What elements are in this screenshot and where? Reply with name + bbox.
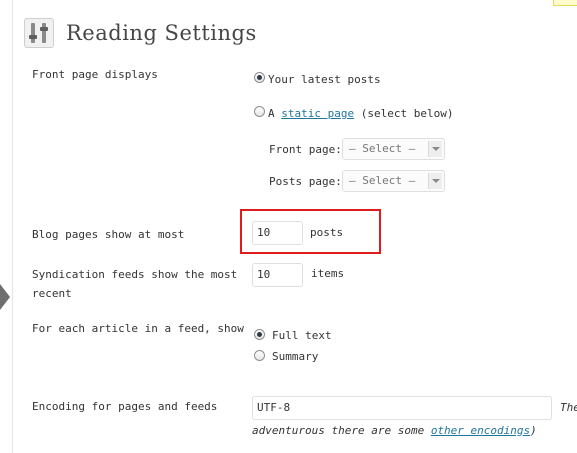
syndication-label-line2: recent (32, 287, 72, 300)
radio-latest-posts[interactable] (254, 72, 265, 83)
static-page-label: A static page (select below) (268, 107, 453, 121)
row-divider (24, 380, 577, 381)
feed-article-label: For each article in a feed, show (32, 322, 244, 335)
other-encodings-link[interactable]: other encodings (431, 424, 530, 437)
front-page-select-label: Front page: (269, 143, 342, 156)
posts-page-select-label: Posts page: (269, 175, 342, 188)
encoding-label: Encoding for pages and feeds (32, 400, 218, 413)
front-page-select-value: — Select — (349, 142, 416, 155)
row-divider (24, 203, 577, 204)
left-admin-rail (0, 0, 13, 453)
static-page-link[interactable]: static page (281, 107, 354, 120)
chevron-down-icon (428, 141, 442, 157)
encoding-hint-cut: The (560, 401, 577, 414)
summary-label: Summary (272, 350, 319, 363)
posts-page-select[interactable]: — Select — (342, 170, 445, 192)
latest-posts-label: Your latest posts (268, 73, 381, 86)
radio-summary[interactable] (254, 350, 265, 361)
syndication-input[interactable]: 10 (252, 263, 303, 287)
radio-static-page[interactable] (254, 106, 265, 117)
syndication-label-line1: Syndication feeds show the most (32, 268, 238, 281)
page-title: Reading Settings (66, 21, 257, 45)
title-divider (24, 57, 577, 58)
blog-pages-label: Blog pages show at most (32, 228, 185, 241)
settings-sliders-icon (24, 18, 54, 48)
collapse-arrow-icon[interactable] (0, 284, 10, 310)
posts-page-select-value: — Select — (349, 174, 416, 187)
notice-strip (553, 0, 577, 6)
static-page-suffix: (select below) (360, 107, 454, 120)
encoding-hint-prefix: adventurous there are some (252, 424, 425, 437)
chevron-down-icon (428, 173, 442, 189)
row-divider (24, 258, 577, 259)
syndication-unit: items (311, 267, 345, 280)
front-page-select[interactable]: — Select — (342, 138, 445, 160)
static-page-prefix: A (268, 107, 275, 120)
encoding-input[interactable]: UTF-8 (252, 396, 552, 420)
row-divider (24, 313, 577, 314)
front-page-displays-label: Front page displays (32, 68, 158, 81)
encoding-hint-suffix: ) (530, 424, 537, 437)
encoding-hint-line2: adventurous there are some other encodin… (252, 424, 537, 438)
full-text-label: Full text (272, 329, 332, 342)
highlight-annotation (240, 209, 381, 254)
radio-full-text[interactable] (254, 329, 265, 340)
